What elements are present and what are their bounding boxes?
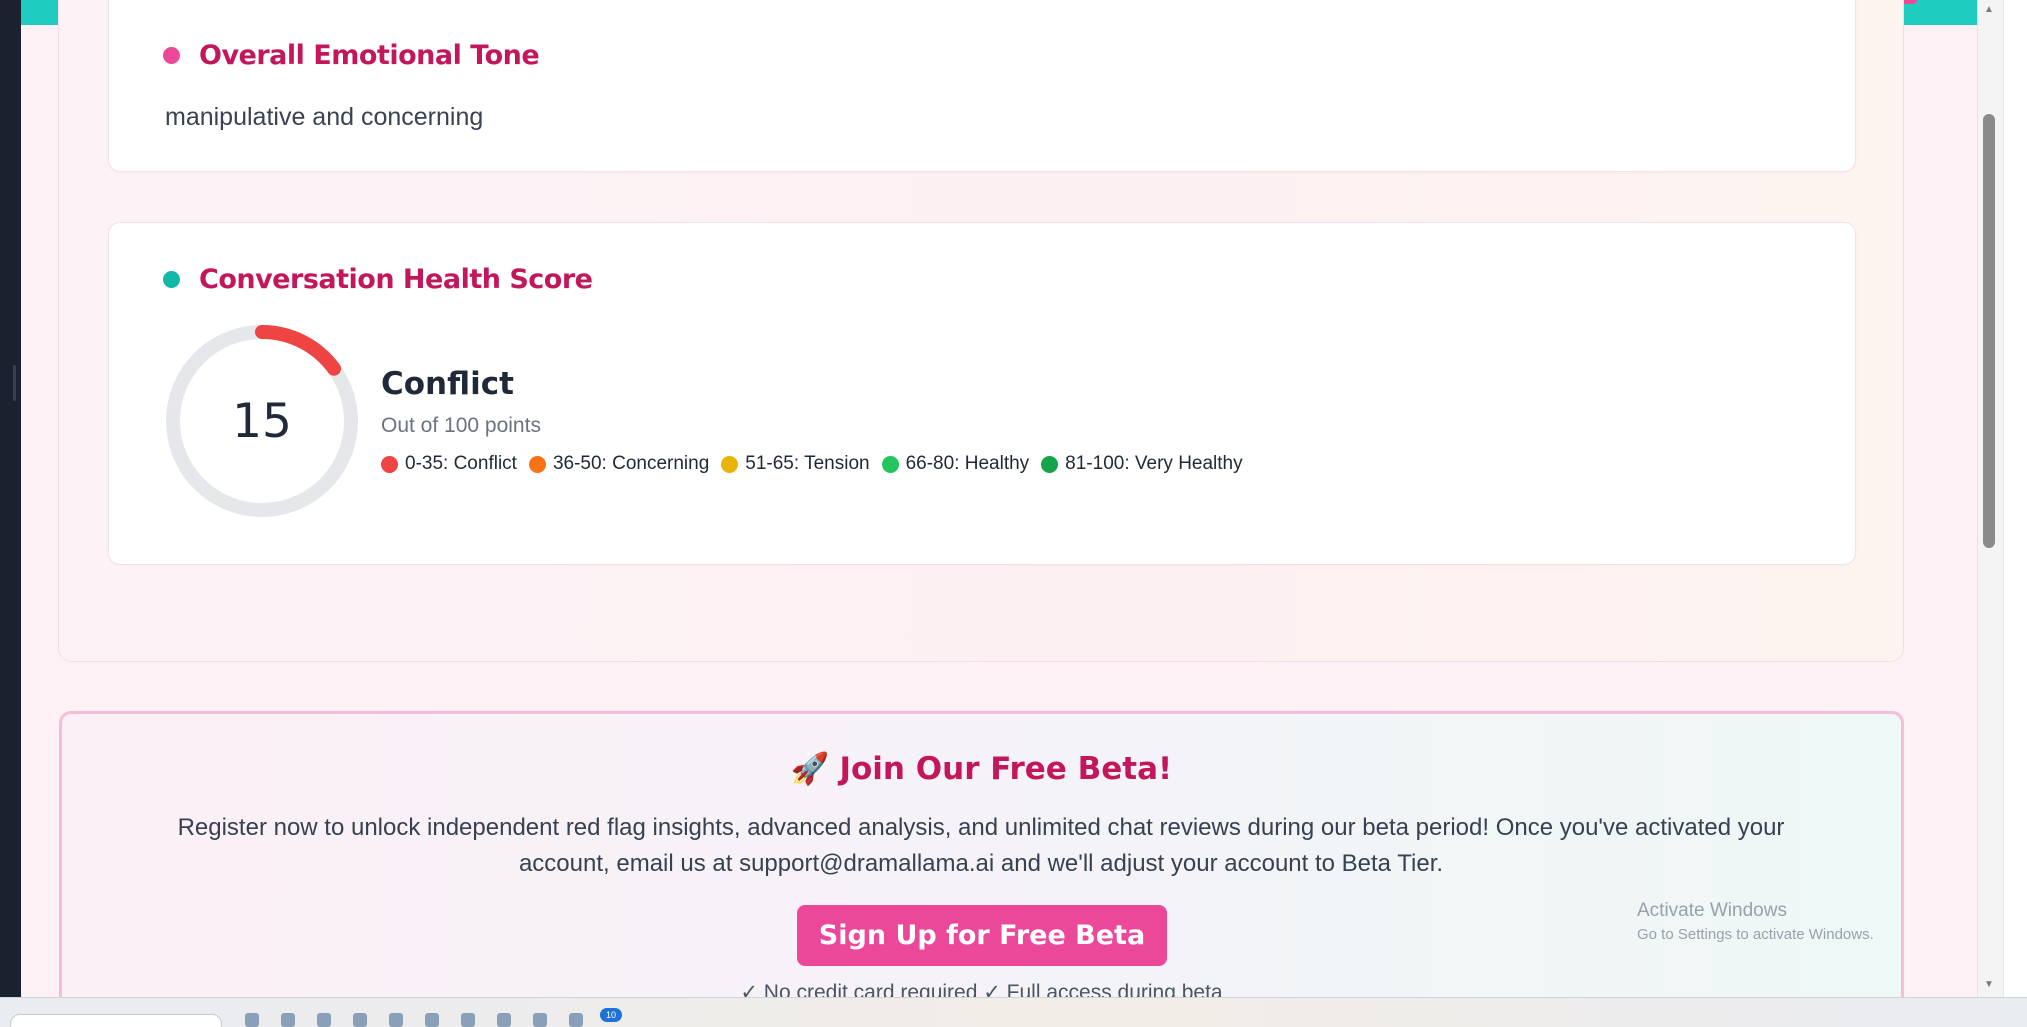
beta-note: ✓ No credit card required ✓ Full access …	[740, 981, 1223, 997]
emotional-tone-value: manipulative and concerning	[165, 103, 484, 131]
legend-label: 36-50: Concerning	[552, 453, 710, 474]
taskbar-app-icon[interactable]	[245, 1013, 259, 1027]
legend-label: 0-35: Conflict	[405, 453, 517, 474]
beta-title-text: Join Our Free Beta!	[839, 751, 1173, 787]
legend-dot-icon	[721, 455, 739, 473]
watermark-line1: Activate Windows	[1637, 900, 1787, 921]
health-score-subtitle: Out of 100 points	[381, 414, 541, 437]
health-score-value: 15	[232, 393, 292, 449]
taskbar-app-icon[interactable]	[497, 1013, 511, 1027]
window-right-frame	[2003, 0, 2027, 997]
taskbar-search-input[interactable]	[10, 1014, 222, 1027]
pink-dot-icon	[163, 47, 180, 64]
scroll-down-arrow-icon[interactable]: ▼	[1984, 979, 1994, 990]
taskbar-app-icon[interactable]	[461, 1013, 475, 1027]
legend-label: 81-100: Very Healthy	[1065, 453, 1243, 474]
beta-title: 🚀 Join Our Free Beta!	[21, 750, 1942, 787]
health-score-label: Conflict	[381, 366, 514, 402]
legend-dot-icon	[881, 455, 899, 473]
legend-label: 51-65: Tension	[745, 453, 870, 474]
scrollbar-thumb[interactable]	[1983, 114, 1995, 548]
taskbar-icons	[245, 1013, 583, 1027]
window-left-frame	[0, 0, 21, 997]
taskbar-app-icon[interactable]	[533, 1013, 547, 1027]
notification-badge: 10	[600, 1008, 622, 1022]
legend-item: 66-80: Healthy	[881, 453, 1030, 475]
taskbar-app-icon[interactable]	[389, 1013, 403, 1027]
legend-dot-icon	[1041, 455, 1059, 473]
scroll-up-arrow-icon[interactable]: ▲	[1984, 4, 1994, 15]
emotional-tone-title: Overall Emotional Tone	[199, 40, 540, 71]
beta-signup-button[interactable]: Sign Up for Free Beta	[797, 905, 1167, 966]
taskbar-app-icon[interactable]	[281, 1013, 295, 1027]
beta-description: Register now to unlock independent red f…	[177, 814, 1785, 877]
taskbar-app-icon[interactable]	[353, 1013, 367, 1027]
legend-item: 0-35: Conflict	[381, 453, 517, 475]
score-legend: 0-35: Conflict 36-50: Concerning 51-65: …	[381, 453, 1255, 475]
browser-viewport: Overall Emotional Tone manipulative and …	[21, 0, 2001, 997]
os-taskbar: 10	[0, 997, 2027, 1027]
watermark-line2: Go to Settings to activate Windows.	[1637, 926, 1874, 943]
rocket-icon: 🚀	[790, 751, 830, 787]
emotional-tone-header: Overall Emotional Tone	[163, 40, 540, 71]
taskbar-app-icon[interactable]	[425, 1013, 439, 1027]
emotional-tone-card	[108, 0, 1856, 172]
teal-dot-icon	[163, 271, 180, 288]
health-score-title: Conversation Health Score	[199, 264, 593, 295]
taskbar-app-icon[interactable]	[317, 1013, 331, 1027]
legend-label: 66-80: Healthy	[905, 453, 1030, 474]
health-score-header: Conversation Health Score	[163, 264, 593, 295]
legend-dot-icon	[528, 455, 546, 473]
legend-item: 36-50: Concerning	[528, 453, 710, 475]
activate-windows-watermark: Activate Windows Go to Settings to activ…	[1637, 900, 1874, 943]
legend-item: 81-100: Very Healthy	[1041, 453, 1243, 475]
legend-dot-icon	[381, 455, 398, 473]
legend-item: 51-65: Tension	[721, 453, 870, 475]
resize-grip[interactable]	[13, 365, 16, 401]
taskbar-app-icon[interactable]	[569, 1013, 583, 1027]
